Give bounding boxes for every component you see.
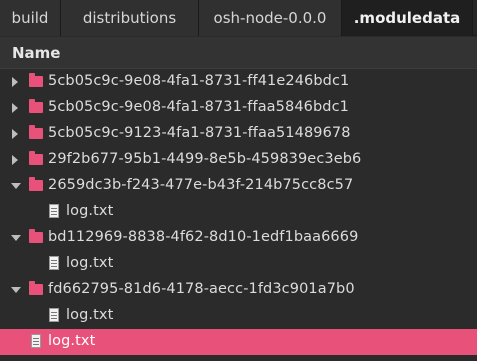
tree-row-folder[interactable]: bd112969-8838-4f62-8d10-1edf1baa6669	[0, 225, 477, 251]
tree-row-folder[interactable]: 29f2b677-95b1-4499-8e5b-459839ec3eb6	[0, 147, 477, 173]
chevron-right-icon[interactable]	[12, 103, 18, 113]
tab-bar-empty	[473, 0, 477, 35]
chevron-down-icon[interactable]	[11, 287, 21, 293]
tree-row-label: 2659dc3b-f243-477e-b43f-214b75cc8c57	[48, 177, 354, 193]
text-file-icon	[49, 308, 59, 322]
tab-bar: build distributions osh-node-0.0.0 .modu…	[0, 0, 477, 36]
tree-row-file[interactable]: log.txt	[0, 303, 477, 329]
tree-row-label: log.txt	[66, 203, 114, 219]
tab-distributions[interactable]: distributions	[61, 0, 199, 36]
folder-icon	[29, 177, 43, 191]
folder-icon	[29, 151, 43, 165]
tab-moduledata[interactable]: .moduledata	[342, 0, 473, 36]
tree-row-file-selected[interactable]: log.txt	[0, 329, 477, 355]
tree-row-folder[interactable]: fd662795-81d6-4178-aecc-1fd3c901a7b0	[0, 277, 477, 303]
tab-build[interactable]: build	[0, 0, 61, 36]
tree-row-label: 5cb05c9c-9e08-4fa1-8731-ff41e246bdc1	[48, 73, 350, 89]
tab-osh-node[interactable]: osh-node-0.0.0	[199, 0, 342, 36]
text-file-icon	[49, 204, 59, 218]
tree-row-label: log.txt	[66, 255, 114, 271]
folder-icon	[29, 281, 43, 295]
tree-row-file[interactable]: log.txt	[0, 199, 477, 225]
tree-row-label: log.txt	[48, 333, 96, 349]
folder-icon	[29, 125, 43, 139]
chevron-down-icon[interactable]	[11, 235, 21, 241]
tree-row-label: 5cb05c9c-9e08-4fa1-8731-ffaa5846bdc1	[48, 99, 349, 115]
chevron-right-icon[interactable]	[12, 155, 18, 165]
folder-icon	[29, 73, 43, 87]
chevron-right-icon[interactable]	[12, 77, 18, 87]
column-header-name: Name	[12, 44, 61, 62]
tree-row-folder[interactable]: 5cb05c9c-9123-4fa1-8731-ffaa51489678	[0, 121, 477, 147]
tree-row-file[interactable]: log.txt	[0, 251, 477, 277]
chevron-right-icon[interactable]	[12, 129, 18, 139]
tree-row-folder[interactable]: 2659dc3b-f243-477e-b43f-214b75cc8c57	[0, 173, 477, 199]
column-header[interactable]: Name	[0, 37, 477, 69]
chevron-down-icon[interactable]	[11, 183, 21, 189]
tree-row-label: bd112969-8838-4f62-8d10-1edf1baa6669	[48, 229, 359, 245]
text-file-icon	[31, 334, 41, 348]
tree-row-label: 5cb05c9c-9123-4fa1-8731-ffaa51489678	[48, 125, 351, 141]
tree-row-folder[interactable]: 5cb05c9c-9e08-4fa1-8731-ff41e246bdc1	[0, 69, 477, 95]
folder-icon	[29, 99, 43, 113]
tree-row-label: log.txt	[66, 307, 114, 323]
text-file-icon	[49, 256, 59, 270]
folder-icon	[29, 229, 43, 243]
tree-row-folder[interactable]: 5cb05c9c-9e08-4fa1-8731-ffaa5846bdc1	[0, 95, 477, 121]
tree-row-label: fd662795-81d6-4178-aecc-1fd3c901a7b0	[48, 281, 355, 297]
tree-row-label: 29f2b677-95b1-4499-8e5b-459839ec3eb6	[48, 151, 362, 167]
file-tree: 5cb05c9c-9e08-4fa1-8731-ff41e246bdc1 5cb…	[0, 69, 477, 355]
